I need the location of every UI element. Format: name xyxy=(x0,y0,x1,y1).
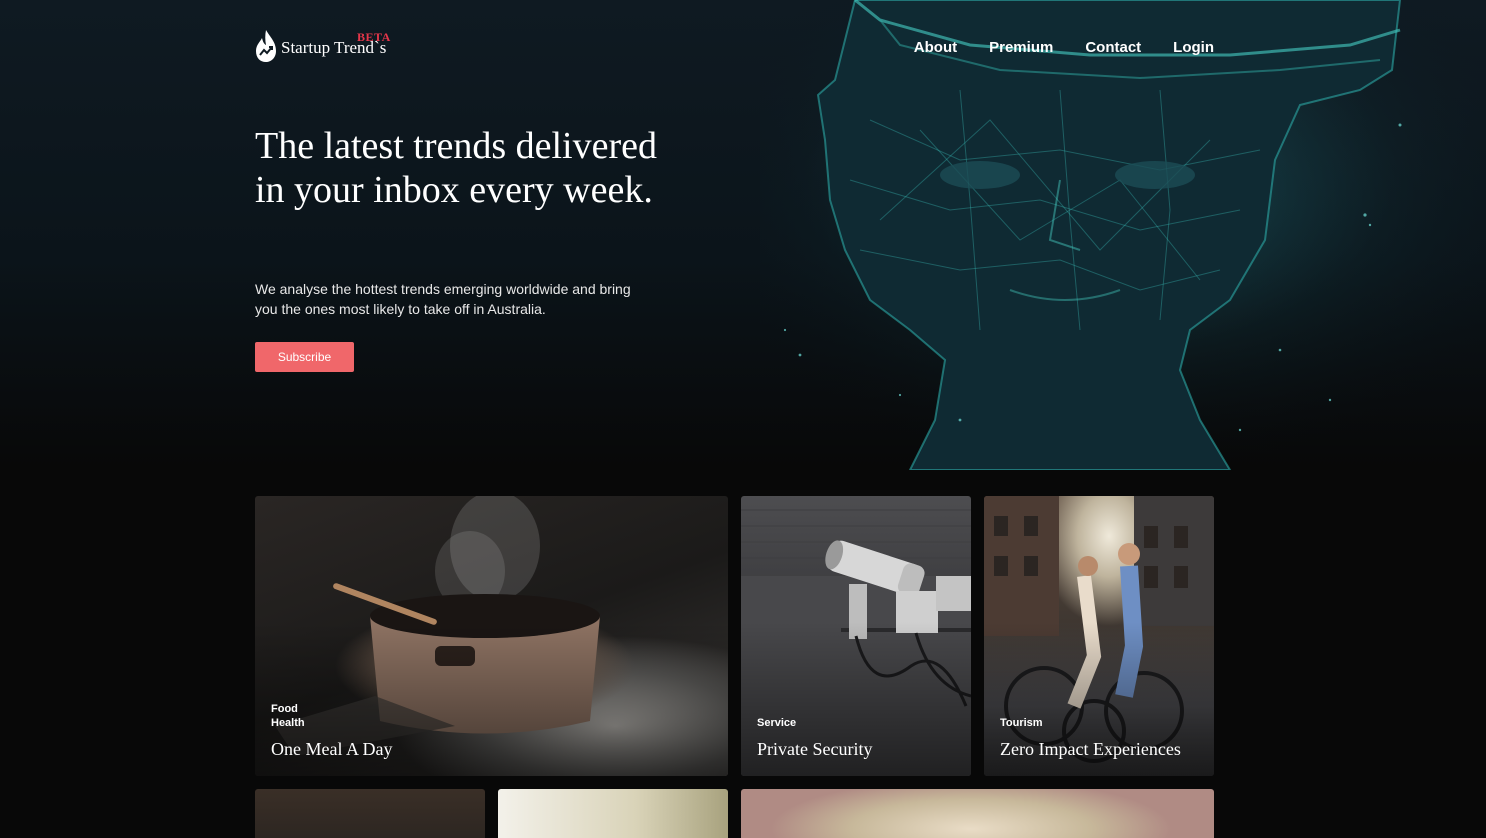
trend-card-one-meal-a-day[interactable]: Food Health One Meal A Day xyxy=(255,496,728,776)
card-title: Private Security xyxy=(757,739,873,759)
card-tag: Tourism xyxy=(1000,717,1043,729)
page: Startup Trend`s BETA About Premium Conta… xyxy=(0,0,1486,838)
glass-closeup-photo xyxy=(741,789,1214,838)
trend-card[interactable] xyxy=(741,789,1214,838)
hero-headline: The latest trends delivered in your inbo… xyxy=(255,125,658,211)
nav-item-login[interactable]: Login xyxy=(1173,38,1214,58)
trend-card-zero-impact-experiences[interactable]: Tourism Zero Impact Experiences xyxy=(984,496,1214,776)
room-photo xyxy=(255,789,485,838)
trend-card[interactable] xyxy=(255,789,485,838)
trend-card[interactable] xyxy=(498,789,728,838)
flame-logo-icon xyxy=(256,30,276,62)
nav-item-premium[interactable]: Premium xyxy=(989,38,1053,58)
card-title: One Meal A Day xyxy=(271,739,393,759)
digital-head-icon xyxy=(760,0,1486,470)
nav-item-about[interactable]: About xyxy=(914,38,957,58)
main-nav: About Premium Contact Login xyxy=(882,38,1214,58)
card-tags: Service xyxy=(757,716,796,730)
subscribe-button[interactable]: Subscribe xyxy=(255,342,354,372)
card-tag: Service xyxy=(757,717,797,729)
card-tags: Tourism xyxy=(1000,716,1043,730)
card-tag: Food xyxy=(271,703,298,715)
nav-item-contact[interactable]: Contact xyxy=(1085,38,1141,58)
hero-subtext: We analyse the hottest trends emerging w… xyxy=(255,281,631,317)
card-title: Zero Impact Experiences xyxy=(1000,739,1181,759)
card-tags: Food Health xyxy=(271,702,305,730)
beta-badge: BETA xyxy=(357,30,391,44)
trend-card-private-security[interactable]: Service Private Security xyxy=(741,496,971,776)
sunlit-field-photo xyxy=(498,789,728,838)
hero-section: Startup Trend`s BETA About Premium Conta… xyxy=(0,0,1486,470)
card-tag: Health xyxy=(271,717,305,729)
